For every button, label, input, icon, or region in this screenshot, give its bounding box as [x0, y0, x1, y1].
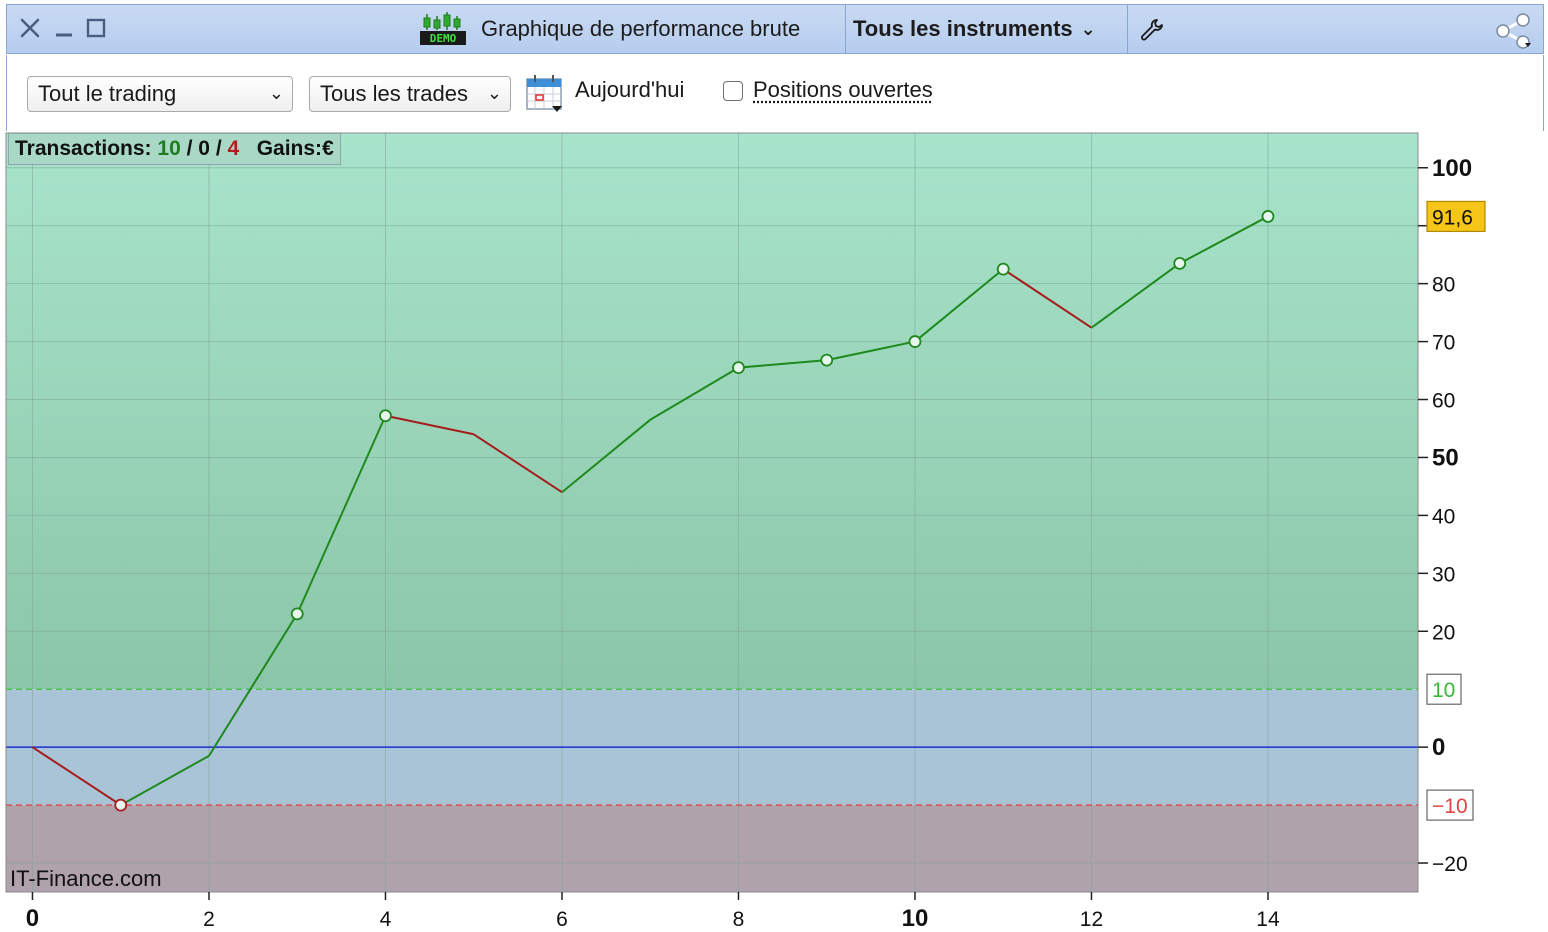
chevron-down-icon: ⌄ [1080, 18, 1096, 39]
data-point [908, 335, 922, 348]
y-tick-label: 50 [1432, 444, 1459, 471]
lower-threshold-label: −10 [1432, 795, 1468, 818]
minimize-window-button[interactable] [51, 15, 77, 41]
transactions-summary: Transactions: 10 / 0 / 4 Gains: € [8, 133, 341, 165]
title-separator [845, 5, 846, 53]
x-tick-label: 6 [556, 908, 568, 931]
losing-trades-count: 4 [227, 137, 240, 160]
data-point [1261, 210, 1275, 223]
trading-scope-select[interactable]: Tout le trading ⌄ [27, 76, 293, 112]
winning-trades-count: 10 [157, 137, 181, 160]
x-tick-label: 12 [1080, 908, 1103, 931]
trading-scope-value: Tout le trading [38, 81, 177, 106]
x-tick-label: 0 [26, 905, 39, 932]
y-tick-label: 70 [1432, 332, 1455, 355]
window-title: Graphique de performance brute [481, 16, 801, 41]
x-tick-label: 2 [203, 908, 215, 931]
calendar-icon[interactable] [525, 73, 565, 113]
x-tick-label: 8 [733, 908, 745, 931]
data-point [114, 798, 128, 812]
window-title-group: DEMO Graphique de performance brute [419, 5, 800, 53]
data-point [820, 353, 834, 367]
neutral-trades-count: 0 [198, 137, 210, 160]
minimize-icon [56, 33, 72, 37]
svg-text:DEMO: DEMO [430, 32, 457, 45]
y-tick-label: 0 [1432, 734, 1445, 761]
y-tick-label: 60 [1432, 390, 1455, 413]
gains-unit: € [322, 137, 334, 160]
y-tick-label: 80 [1432, 274, 1455, 297]
last-value-label: 91,6 [1432, 206, 1473, 229]
loss-zone [6, 805, 1418, 892]
transactions-label: Transactions: [15, 137, 152, 160]
separator: / [186, 137, 193, 160]
date-label: Aujourd'hui [575, 77, 685, 102]
y-tick-label: −20 [1432, 853, 1468, 876]
upper-threshold-label: 10 [1432, 679, 1455, 702]
title-separator [1127, 5, 1128, 53]
open-positions-checkbox[interactable] [723, 81, 743, 101]
y-tick-label: 40 [1432, 505, 1455, 528]
data-point [732, 361, 745, 375]
y-tick-label: 30 [1432, 563, 1455, 586]
filter-toolbar: Tout le trading ⌄ Tous les trades ⌄ Aujo… [6, 55, 1544, 131]
x-tick-label: 10 [902, 905, 929, 932]
data-point [379, 409, 392, 423]
maximize-icon [86, 18, 106, 38]
chevron-down-icon: ⌄ [268, 83, 284, 103]
x-tick-label: 14 [1256, 908, 1280, 931]
performance-chart: 100 80 70 60 50 40 30 20 0 −20 10 −10 91,6 0 2 4 6 8 10 12 1… [0, 131, 1548, 932]
separator: / [215, 137, 222, 160]
chevron-down-icon: ⌄ [486, 83, 502, 103]
wrench-settings-icon[interactable] [1139, 17, 1165, 43]
trades-filter-value: Tous les trades [320, 81, 468, 106]
gains-label: Gains: [256, 137, 323, 160]
y-tick-label: 100 [1432, 155, 1472, 182]
y-tick-label: 20 [1432, 621, 1455, 644]
demo-candlestick-icon: DEMO [420, 12, 466, 45]
close-icon [20, 18, 40, 38]
x-tick-label: 4 [380, 908, 392, 931]
watermark: IT-Finance.com [10, 866, 162, 891]
data-point [996, 262, 1010, 276]
instrument-selector-label: Tous les instruments [853, 16, 1073, 41]
open-positions-label[interactable]: Positions ouvertes [753, 77, 933, 103]
performance-chart-svg: 100807060504030200−2010−1091,60 2 4 6 8 10 12 1… [5, 132, 1486, 932]
trades-filter-select[interactable]: Tous les trades ⌄ [309, 76, 511, 112]
data-point [1173, 256, 1187, 270]
share-icon[interactable] [1493, 13, 1533, 49]
maximize-window-button[interactable] [83, 15, 109, 41]
window-title-bar: DEMO Graphique de performance brute Tous… [6, 4, 1544, 54]
data-point [290, 607, 304, 621]
instrument-selector[interactable]: Tous les instruments ⌄ [853, 5, 1096, 53]
close-window-button[interactable] [17, 15, 43, 41]
profit-zone [6, 133, 1418, 690]
